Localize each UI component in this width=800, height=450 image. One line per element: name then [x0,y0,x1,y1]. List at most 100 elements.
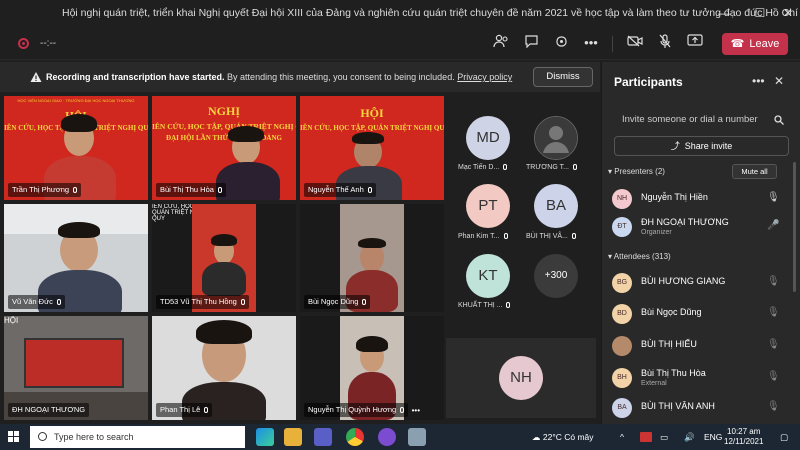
search-icon [38,432,47,441]
chat-button[interactable] [520,34,542,52]
more-actions-button[interactable]: ••• [580,34,602,52]
attendees-label: Attendees (313) [613,252,671,261]
participant-name: Phan Thị Lê [156,403,213,417]
reactions-button[interactable] [550,34,572,52]
avatar-tile[interactable]: BA [534,184,578,228]
video-tile[interactable]: NGHỊ IÊN CỨU, HỌC TẬP, QUÁN TRIỆT NGHỊ Q… [152,96,296,200]
avatar-name-text: KHUẤT THỊ ... [458,302,503,309]
more-participants-tile[interactable]: +300 [534,254,578,298]
presenters-section-header[interactable]: ▾ Presenters (2) [608,167,665,176]
participant-name-text: Nguyễn Thị Quỳnh Hương [308,405,397,414]
leave-button[interactable]: ☎ Leave [722,33,788,55]
close-window-button[interactable]: ✕ [776,4,800,22]
weather-text: 22°C Có mây [542,432,594,442]
participant-avatar: BD [612,304,632,324]
invite-placeholder: Invite someone or dial a number [622,114,758,125]
chat-icon [524,35,538,49]
mute-all-button[interactable]: Mute all [732,164,777,179]
participant-name: BÙI THỊ HIẾU [641,339,697,349]
share-invite-button[interactable]: ⤴ Share invite [614,136,789,156]
volume-icon[interactable]: 🔊 [684,432,695,443]
tray-chevron-icon[interactable]: ^ [620,432,624,442]
slide-line: IÊN CỨU, HỌC TẬP, QUÁN TRIỆT NGHỊ QUY [300,124,444,132]
participant-name: Trần Thị Phương [8,183,82,197]
avatar-tile[interactable]: KT [466,254,510,298]
video-tile[interactable]: Bùi Ngọc Dũng [300,204,444,312]
mic-off-icon: 🎙 [767,339,780,350]
panel-scrollbar[interactable] [793,162,796,292]
invite-input[interactable]: Invite someone or dial a number [614,109,789,131]
meeting-timer: --:-- [40,38,57,49]
participants-button[interactable] [490,34,512,52]
taskbar-clock[interactable]: 10:27 am 12/11/2021 [724,427,763,447]
participant-role: External [641,380,667,387]
banner-bold-text: Recording and transcription have started… [46,72,225,82]
participant-hair [211,234,237,246]
chrome-icon[interactable] [346,428,364,446]
mic-icon: 🎤 [767,220,780,231]
camera-button[interactable] [624,34,646,52]
search-placeholder: Type here to search [54,432,134,442]
panel-more-icon[interactable]: ••• [752,74,765,88]
share-content-button[interactable] [684,34,706,52]
participant-row[interactable]: BÙI THỊ HIẾU 🎙 [612,334,787,360]
viber-icon[interactable] [378,428,396,446]
mic-icon [56,299,61,305]
mic-button[interactable] [654,34,676,52]
dismiss-button[interactable]: Dismiss [533,67,593,87]
participant-row[interactable]: NH Nguyễn Thị Hiền 🎙 [612,187,787,213]
avatar-name: TRƯƠNG T... [526,164,577,171]
edge-icon[interactable] [256,428,274,446]
mic-icon [217,187,222,193]
video-tile[interactable]: HỌC VIỆN NGOẠI GIAO · TRƯỜNG ĐẠI HỌC NGO… [4,96,148,200]
participant-name-text: ĐH NGOẠI THƯƠNG [12,405,86,414]
participant-row[interactable]: BH Bùi Thị Thu Hòa External 🎙 [612,366,787,392]
leave-label: Leave [749,38,780,50]
language-indicator[interactable]: ENG [704,432,722,442]
video-tile[interactable]: HỘI IÊN CỨU, HỌC TẬP, QUÁN TRIỆT NGHỊ QU… [300,96,444,200]
mic-icon [503,233,508,239]
slide-header-text: HỌC VIỆN NGOẠI GIAO · TRƯỜNG ĐẠI HỌC NGO… [17,98,135,103]
minimize-button[interactable]: — [712,4,736,22]
avatar-name-text: Phan Kim T... [458,233,500,240]
panel-close-icon[interactable]: ✕ [774,74,784,88]
video-tile[interactable]: IÊN CỨU, HỌC TẬP, QUÁN TRIỆT NGHỊ QUY TD… [152,204,296,312]
video-tile[interactable]: HỘI ĐH NGOẠI THƯƠNG [4,316,148,420]
participant-initials: ĐT [617,223,627,230]
avatar-name-text: BÙI THỊ VÂ... [526,233,568,240]
participant-row[interactable]: BG BÙI HƯƠNG GIANG 🎙 [612,271,787,297]
attendees-section-header[interactable]: ▾ Attendees (313) [608,252,671,261]
participant-hair [228,126,264,142]
teams-icon[interactable] [314,428,332,446]
avatar-tile[interactable]: MD [466,116,510,160]
participant-row[interactable]: BD Bùi Ngọc Dũng 🎙 [612,302,787,328]
tray-app-icon[interactable] [640,432,652,442]
app-icon[interactable] [408,428,426,446]
network-icon[interactable]: ▭ [660,432,668,443]
privacy-policy-link[interactable]: Privacy policy [457,72,512,82]
participant-name: Nguyễn Thị Hiền [641,192,708,202]
participant-name-text: TD53 Vũ Thị Thu Hồng [160,297,237,306]
participant-row[interactable]: BA BÙI THỊ VÂN ANH 🎙 [612,396,787,422]
video-tile[interactable]: Vũ Văn Đức [4,204,148,312]
self-video-tile[interactable]: NH [446,338,596,418]
windows-start-button[interactable] [8,431,20,443]
avatar-tile[interactable]: PT [466,184,510,228]
participant-avatar [612,336,632,356]
maximize-button[interactable]: ☐ [748,4,772,22]
file-explorer-icon[interactable] [284,428,302,446]
video-tile[interactable]: Phan Thị Lê [152,316,296,420]
participant-row[interactable]: ĐT ĐH NGOẠI THƯƠNG Organizer 🎤 [612,215,787,241]
camera-off-icon [627,35,643,47]
share-icon: ⤴ [670,141,680,151]
mic-icon [506,302,511,308]
weather-widget[interactable]: ☁ 22°C Có mây [532,432,594,443]
avatar-tile[interactable] [534,116,578,160]
tile-more-icon[interactable]: ••• [412,406,420,415]
mic-icon [400,407,405,413]
taskbar-search-input[interactable]: Type here to search [30,426,245,448]
video-tile[interactable]: Nguyễn Thị Quỳnh Hương ••• [300,316,444,420]
mic-icon [362,299,367,305]
notification-icon[interactable]: ▢ [780,432,788,443]
avatar-initials: PT [478,197,498,214]
